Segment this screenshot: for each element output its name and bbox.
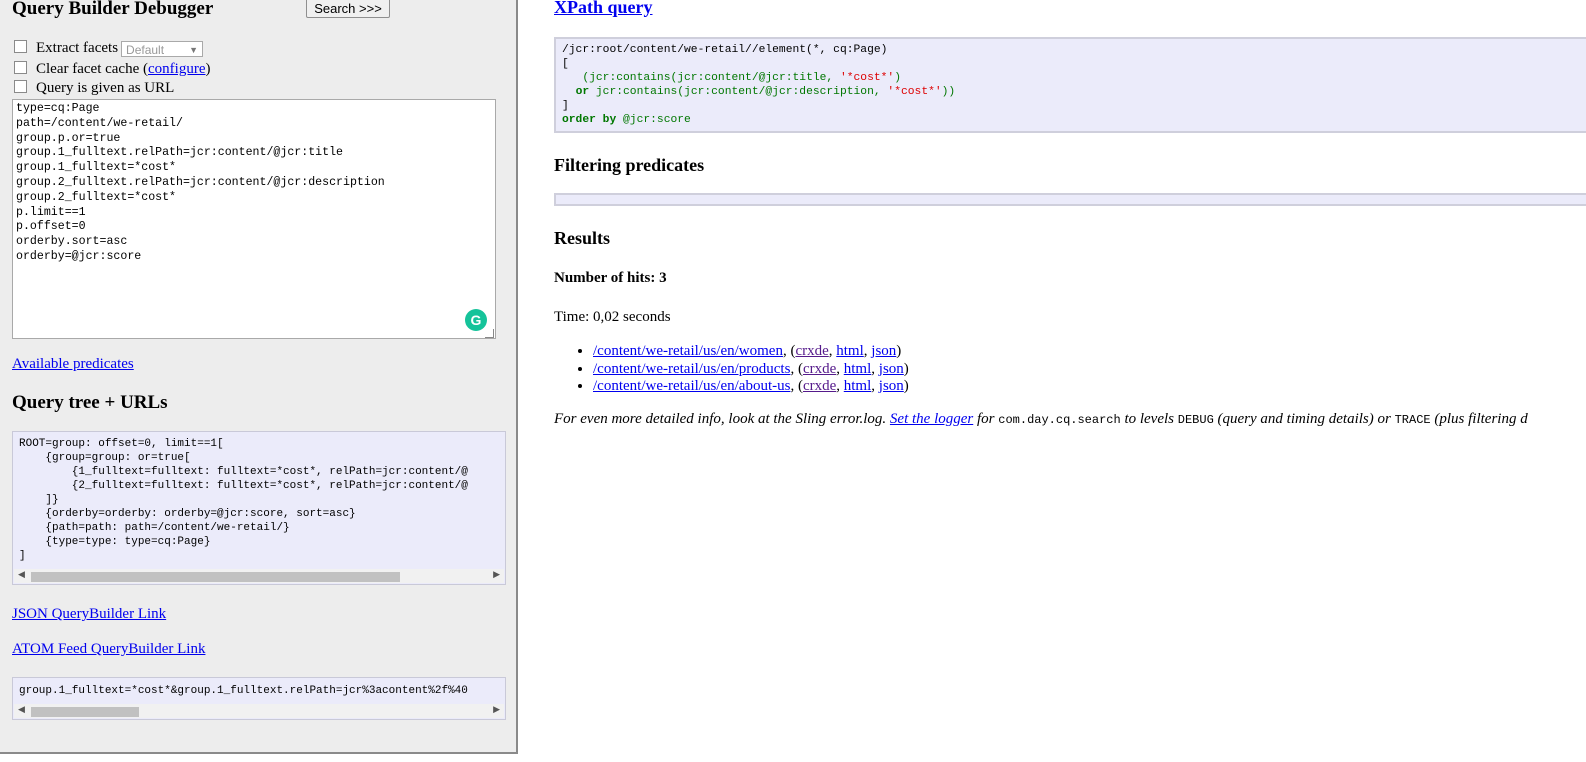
xpath-attr: @jcr:title (758, 72, 827, 84)
left-panel: Query Builder Debugger Search >>> Extrac… (0, 0, 518, 754)
query-line: path=/content/we-retail/ (16, 116, 183, 130)
note-text: (plus filtering d (1430, 411, 1528, 427)
extract-facets-label: Extract facets (36, 40, 119, 56)
crxde-link[interactable]: crxde (803, 361, 836, 377)
html-link[interactable]: html (844, 378, 872, 394)
facet-select[interactable]: Default ▼ (121, 40, 204, 57)
query-url-option: Query is given as URL (14, 80, 174, 97)
configure-link[interactable]: configure (148, 61, 205, 78)
page-title: Query Builder Debugger (12, 0, 214, 19)
result-path-link[interactable]: /content/we-retail/us/en/about-us (593, 378, 790, 394)
query-url-label: Query is given as URL (36, 80, 175, 96)
xpath-keyword: order by (562, 114, 617, 126)
query-tree-box: ROOT=group: offset=0, limit==1[ {group=g… (12, 431, 506, 585)
xpath-fn: jcr:contains(jcr:content/ (595, 86, 766, 98)
hit-count: Number of hits: 3 (554, 270, 667, 286)
json-link[interactable]: json (879, 361, 904, 377)
query-line: group.1_fulltext=*cost* (16, 161, 177, 175)
url-text: group.1_fulltext=*cost*&group.1_fulltext… (19, 685, 468, 697)
note-code: TRACE (1394, 413, 1431, 427)
note-code: com.day.cq.search (998, 413, 1121, 427)
xpath-string: '*cost*' (887, 86, 942, 98)
results-title: Results (554, 228, 611, 248)
note-text: for (973, 411, 999, 427)
grammarly-icon[interactable]: G (465, 309, 487, 331)
atom-feed-link[interactable]: ATOM Feed QueryBuilder Link (12, 641, 205, 658)
xpath-fn: (jcr:contains(jcr:content/ (582, 72, 759, 84)
xpath-attr: @jcr:description (765, 86, 874, 98)
html-link[interactable]: html (844, 361, 872, 377)
clear-cache-suffix: ) (205, 61, 211, 77)
query-line: orderby=@jcr:score (16, 249, 142, 263)
clear-cache-label: Clear facet cache ( (36, 61, 148, 77)
xpath-close: )) (941, 86, 956, 98)
query-line: p.limit==1 (16, 205, 86, 219)
query-time: Time: 0,02 seconds (554, 309, 671, 325)
query-line: group.p.or=true (16, 131, 121, 145)
query-url-checkbox[interactable] (14, 80, 27, 93)
note-text: to levels (1120, 411, 1178, 427)
scroll-right-icon[interactable]: ▶ (493, 570, 500, 580)
filtering-predicates-box (554, 193, 1586, 206)
json-querybuilder-link[interactable]: JSON QueryBuilder Link (12, 606, 166, 623)
scroll-right-icon[interactable]: ▶ (493, 705, 500, 715)
query-line: group.2_fulltext.relPath=jcr:content/@jc… (16, 175, 385, 189)
query-line: group.1_fulltext.relPath=jcr:content/@jc… (16, 146, 343, 160)
clear-cache-option: Clear facet cache (configure) (14, 61, 210, 78)
list-item: /content/we-retail/us/en/products, (crxd… (593, 361, 909, 379)
available-predicates-link[interactable]: Available predicates (12, 356, 134, 373)
scroll-left-icon[interactable]: ◀ (18, 570, 25, 580)
query-tree-title: Query tree + URLs (12, 392, 168, 413)
json-link[interactable]: json (879, 378, 904, 394)
query-tree-text: ROOT=group: offset=0, limit==1[ {group=g… (19, 438, 468, 562)
list-item: /content/we-retail/us/en/about-us, (crxd… (593, 378, 909, 396)
scroll-left-icon[interactable]: ◀ (18, 705, 25, 715)
xpath-sep: , (826, 72, 840, 84)
query-line: group.2_fulltext=*cost* (16, 190, 177, 204)
query-line: orderby.sort=asc (16, 235, 128, 249)
xpath-close: ) (894, 72, 901, 84)
facet-select-value: Default (126, 42, 165, 57)
extract-facets-option: Extract facets Default ▼ (14, 40, 204, 57)
resize-grip[interactable] (485, 329, 494, 338)
filtering-predicates-title: Filtering predicates (554, 155, 705, 175)
xpath-bracket: [ (562, 58, 569, 70)
search-button[interactable]: Search >>> (306, 0, 390, 18)
result-list: /content/we-retail/us/en/women, (crxde, … (554, 343, 909, 396)
url-scrollbar[interactable]: ◀ ▶ (14, 704, 504, 718)
crxde-link[interactable]: crxde (795, 343, 828, 359)
query-tree-scrollbar[interactable]: ◀ ▶ (14, 569, 504, 583)
result-path-link[interactable]: /content/we-retail/us/en/products (593, 361, 790, 377)
json-link[interactable]: json (871, 343, 896, 359)
list-item: /content/we-retail/us/en/women, (crxde, … (593, 343, 909, 361)
query-textarea[interactable]: type=cq:Page path=/content/we-retail/ gr… (12, 99, 496, 339)
xpath-code: /jcr:root/content/we-retail//element(*, … (556, 39, 1586, 131)
xpath-query-box: /jcr:root/content/we-retail//element(*, … (554, 37, 1586, 133)
note-text: For even more detailed info, look at the… (554, 411, 890, 427)
clear-cache-checkbox[interactable] (14, 61, 27, 74)
xpath-string: '*cost*' (839, 72, 895, 84)
xpath-line: /jcr:root/content/we-retail//element(*, … (562, 44, 888, 56)
xpath-sep: , (873, 86, 888, 98)
note-code: DEBUG (1177, 413, 1214, 427)
note-text: (query and timing details) or (1213, 411, 1395, 427)
result-path-link[interactable]: /content/we-retail/us/en/women (593, 343, 783, 359)
xpath-attr: @jcr:score (623, 114, 691, 126)
extract-facets-checkbox[interactable] (14, 40, 27, 53)
url-box: group.1_fulltext=*cost*&group.1_fulltext… (12, 677, 506, 720)
xpath-query-link[interactable]: XPath query (554, 0, 653, 18)
crxde-link[interactable]: crxde (803, 378, 836, 394)
scrollbar-thumb[interactable] (31, 707, 139, 717)
html-link[interactable]: html (836, 343, 864, 359)
xpath-keyword: or (575, 86, 590, 98)
logger-note: For even more detailed info, look at the… (554, 411, 1528, 428)
chevron-down-icon: ▼ (189, 44, 199, 55)
set-logger-link[interactable]: Set the logger (890, 411, 973, 427)
xpath-bracket: ] (562, 100, 569, 112)
query-line: p.offset=0 (16, 220, 86, 234)
query-line: type=cq:Page (16, 102, 100, 115)
scrollbar-thumb[interactable] (31, 572, 400, 582)
